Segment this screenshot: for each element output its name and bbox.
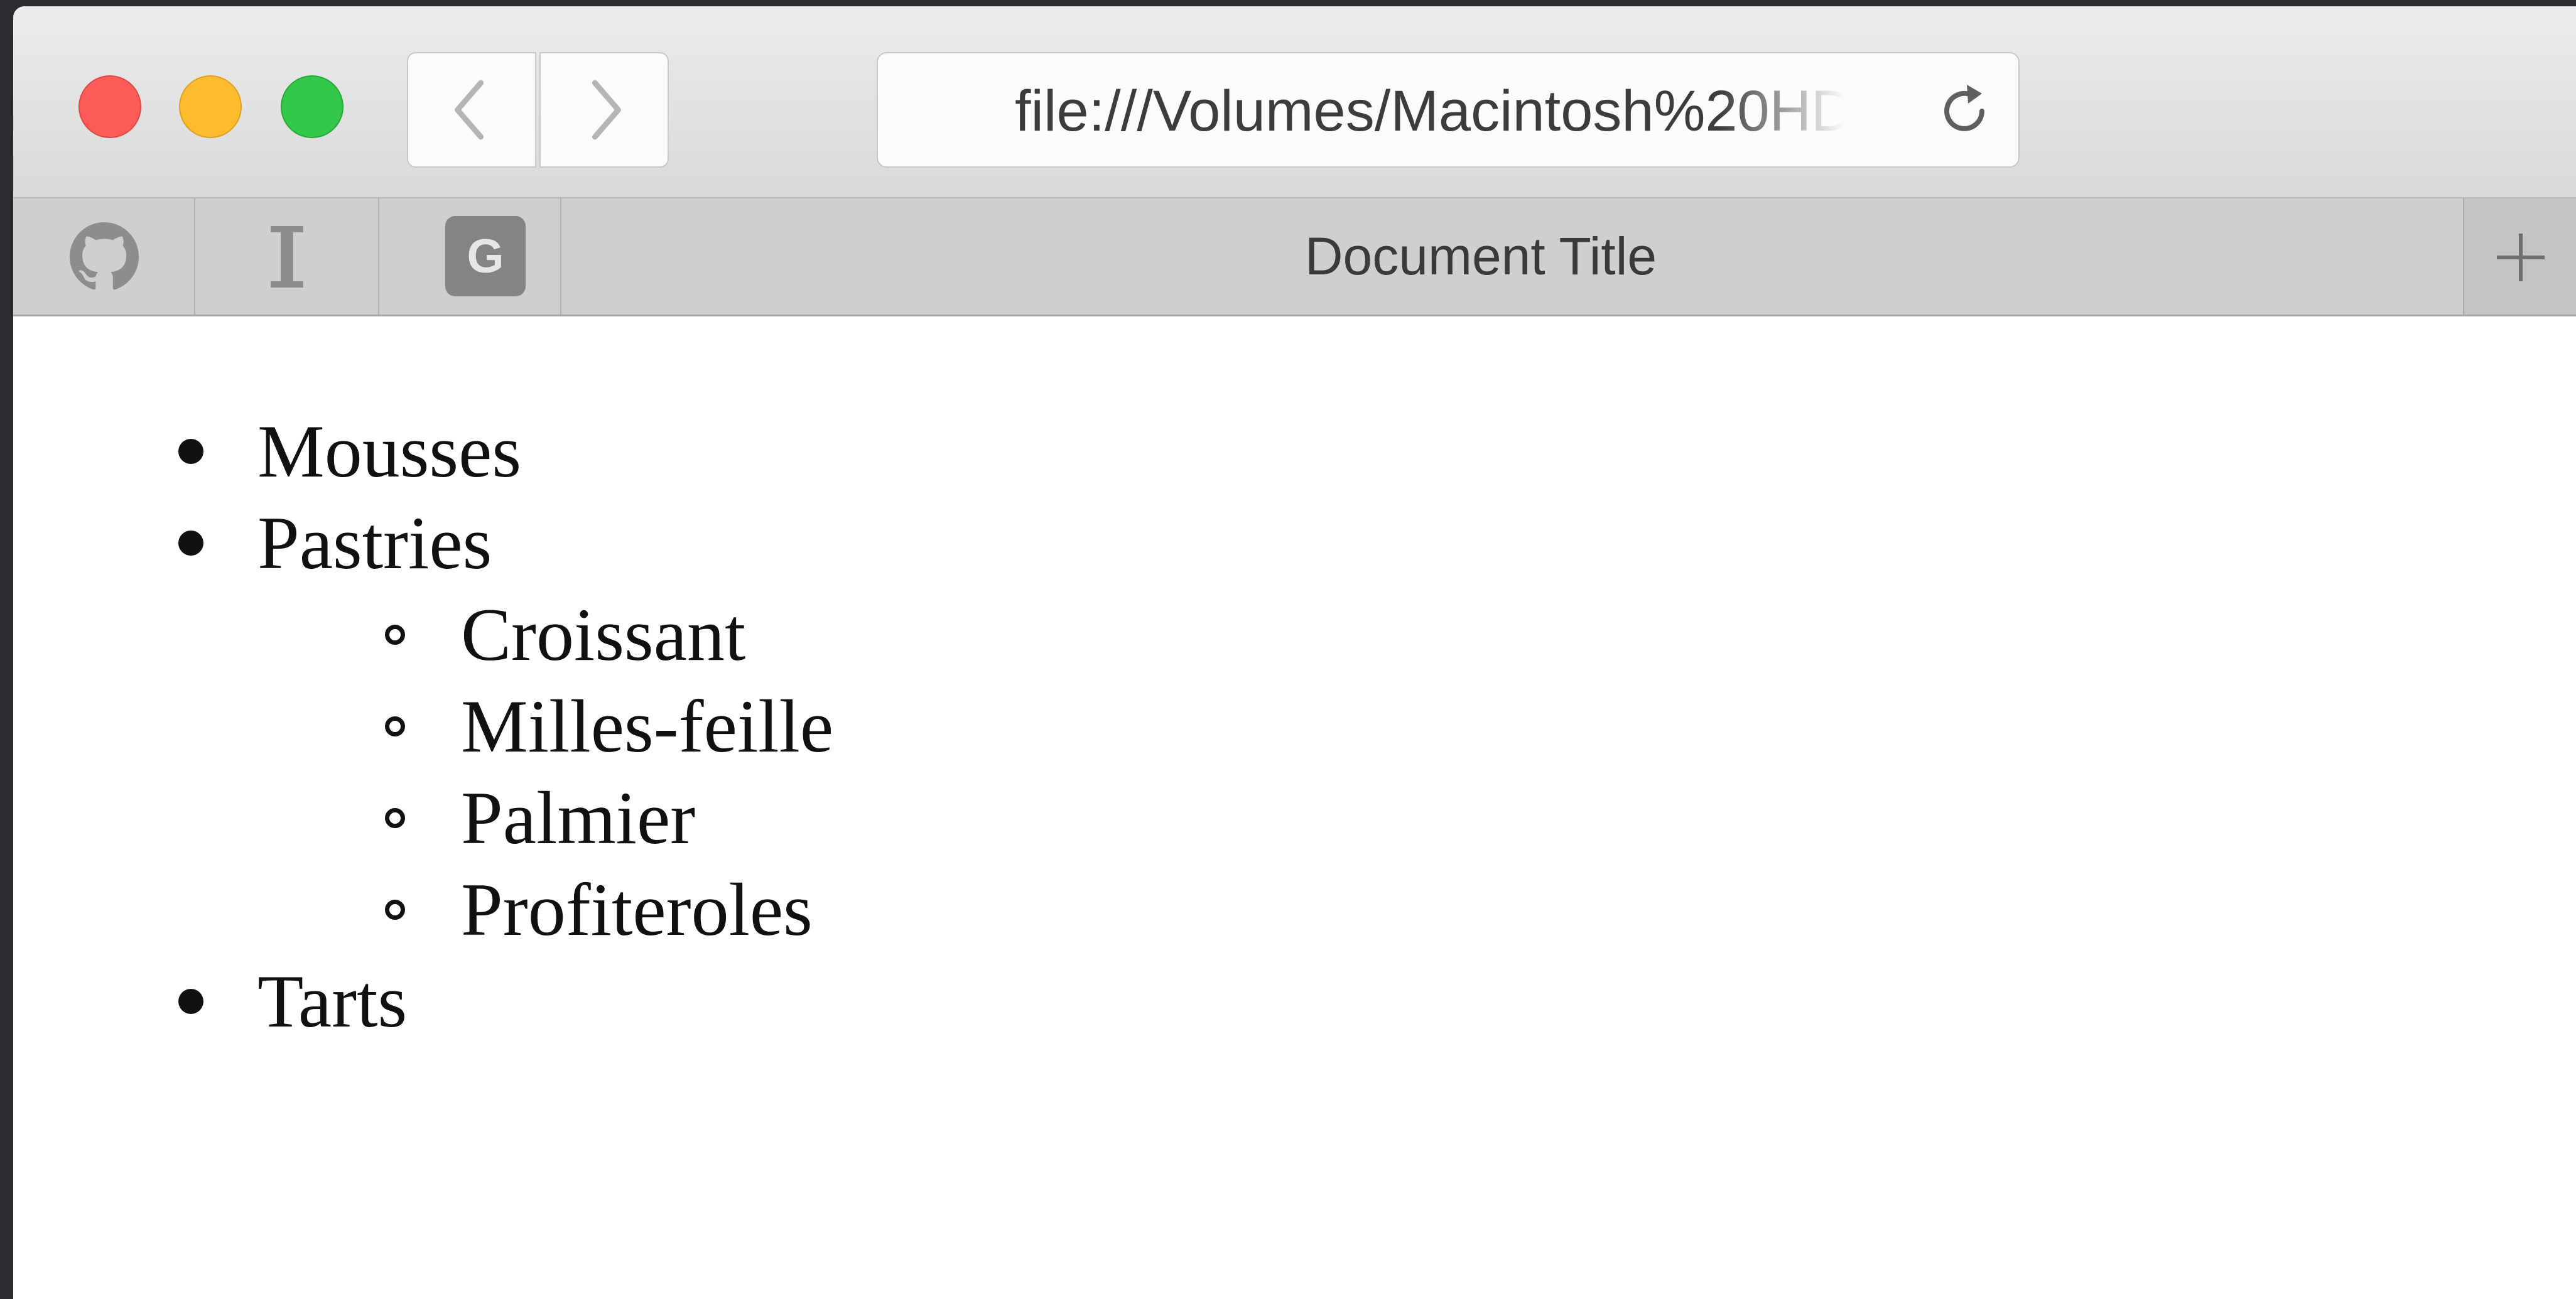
list-item-label: Mousses (257, 409, 522, 493)
list-item: Mousses (13, 406, 833, 497)
active-tab[interactable]: Document Title (561, 198, 2400, 315)
url-text: file:///Volumes/Macintosh%20HD (1015, 79, 1844, 143)
list-item-label: Tarts (257, 959, 408, 1043)
google-icon: G (445, 216, 526, 296)
sub-list-item: Croissant (13, 589, 833, 681)
sub-list-item-label: Croissant (461, 593, 746, 676)
back-button[interactable] (407, 52, 536, 168)
bullet-disc (178, 439, 203, 464)
svg-text:G: G (467, 230, 504, 283)
sub-list-item-label: Milles-feille (461, 684, 834, 768)
chevron-left-icon (455, 80, 484, 140)
github-icon (70, 222, 139, 290)
tab-bar: G Document Title (13, 197, 2576, 316)
bullet-circle (385, 808, 405, 828)
address-bar[interactable]: file:///Volumes/Macintosh%20HD (877, 52, 2020, 168)
title-bar: file:///Volumes/Macintosh%20HD (13, 6, 2576, 197)
pinned-tab-instapaper[interactable] (195, 198, 379, 315)
bullet-circle (385, 625, 405, 645)
list-item: Pastries (13, 497, 833, 589)
forward-button[interactable] (539, 52, 669, 168)
close-window-button[interactable] (78, 75, 141, 138)
sub-list-item: Profiteroles (13, 864, 833, 956)
bullet-disc (178, 531, 203, 556)
sub-list-item: Palmier (13, 772, 833, 864)
page-content: Mousses Pastries Croissant Milles-feille… (13, 316, 2576, 1299)
plus-icon (2497, 234, 2545, 281)
dessert-list: Mousses Pastries Croissant Milles-feille… (13, 406, 833, 1047)
minimize-window-button[interactable] (179, 75, 242, 138)
bullet-circle (385, 716, 405, 736)
maximize-window-button[interactable] (281, 75, 344, 138)
sub-list-item-label: Profiteroles (461, 868, 813, 951)
sub-list-item: Milles-feille (13, 681, 833, 772)
chevron-right-icon (592, 80, 621, 140)
bullet-disc (178, 989, 203, 1014)
list-item-label: Pastries (257, 501, 492, 585)
bullet-circle (385, 900, 405, 920)
reload-icon[interactable] (1933, 80, 1996, 143)
pinned-tab-google[interactable]: G (379, 198, 561, 315)
instapaper-icon (271, 226, 303, 288)
list-item: Tarts (13, 956, 833, 1047)
new-tab-button[interactable] (2463, 198, 2576, 315)
pinned-tab-github[interactable] (13, 198, 195, 315)
browser-window: file:///Volumes/Macintosh%20HD G Documen… (13, 6, 2576, 1299)
sub-list-item-label: Palmier (461, 776, 696, 860)
